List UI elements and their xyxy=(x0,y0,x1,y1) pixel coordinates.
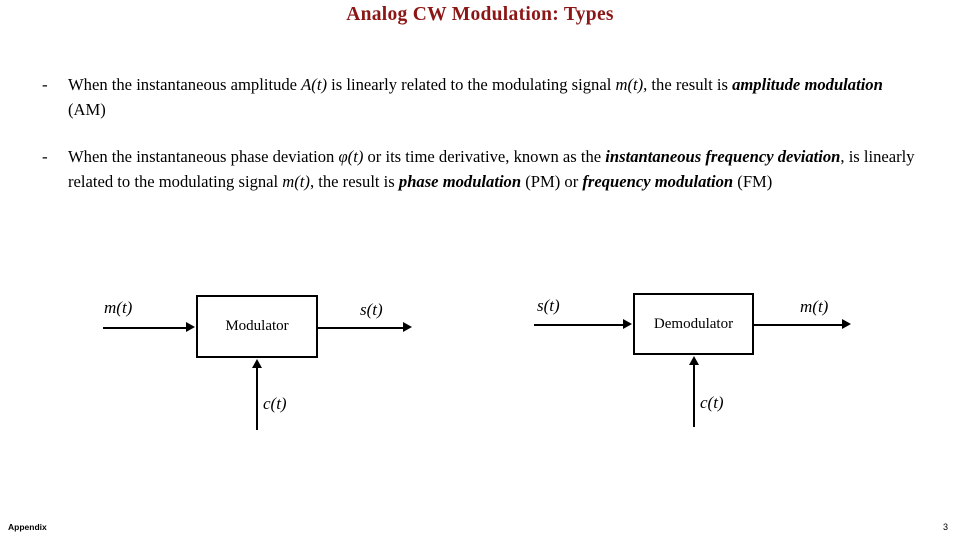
demodulator-carrier-line xyxy=(693,365,695,427)
modulator-block: Modulator xyxy=(196,295,318,358)
modulator-output-arrowhead-icon xyxy=(403,322,412,332)
demodulator-output-line xyxy=(754,324,844,326)
demodulator-carrier-arrowhead-icon xyxy=(689,356,699,365)
bullet-item-phase-frequency-modulation: - When the instantaneous phase deviation… xyxy=(0,144,960,194)
modulator-output-line xyxy=(318,327,405,329)
footer-label: Appendix xyxy=(8,522,47,532)
bullet-marker: - xyxy=(42,75,48,94)
modulator-block-label: Modulator xyxy=(225,318,289,334)
page-title: Analog CW Modulation: Types xyxy=(346,4,614,25)
bullet-text: When the instantaneous amplitude A(t) is… xyxy=(68,75,883,119)
demodulator-input-arrowhead-icon xyxy=(623,319,632,329)
demodulator-block-label: Demodulator xyxy=(653,315,734,332)
modulator-carrier-label: c(t) xyxy=(263,394,287,413)
modulator-input-arrowhead-icon xyxy=(186,322,195,332)
demodulator-block: Demodulator xyxy=(633,293,754,355)
modulator-input-label: m(t) xyxy=(104,298,133,317)
page-number: 3 xyxy=(942,522,948,532)
demodulator-output-label: m(t) xyxy=(800,297,829,316)
demodulator-carrier-label: c(t) xyxy=(700,393,724,412)
modulator-carrier-line xyxy=(256,368,258,430)
bullet-text: When the instantaneous phase deviation φ… xyxy=(68,147,915,191)
demodulator-input-label: s(t) xyxy=(537,296,560,315)
modulator-input-line xyxy=(103,327,188,329)
modulator-output-label: s(t) xyxy=(360,300,383,319)
bullet-list: - When the instantaneous amplitude A(t) … xyxy=(0,72,960,216)
demodulator-input-line xyxy=(534,324,625,326)
bullet-item-amplitude-modulation: - When the instantaneous amplitude A(t) … xyxy=(0,72,960,122)
modulator-carrier-arrowhead-icon xyxy=(252,359,262,368)
bullet-marker: - xyxy=(42,147,48,166)
demodulator-output-arrowhead-icon xyxy=(842,319,851,329)
